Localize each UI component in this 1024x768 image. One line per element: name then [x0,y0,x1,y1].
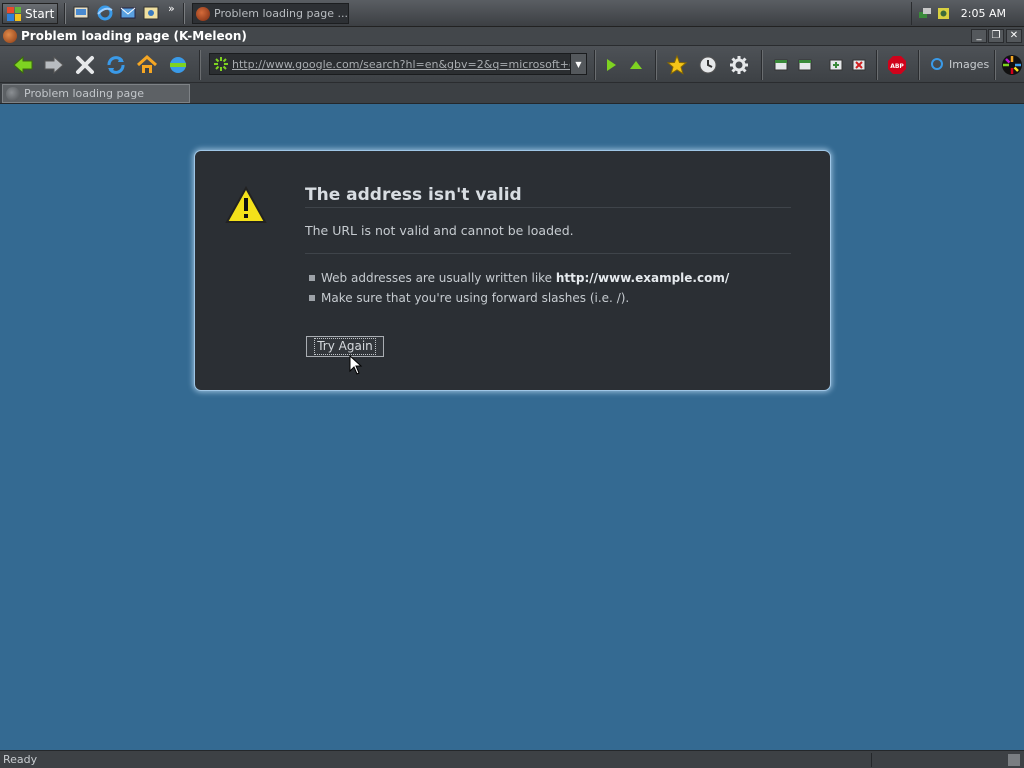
throbber-icon [1002,55,1022,75]
error-panel: The address isn't valid The URL is not v… [195,151,830,390]
clock-icon [699,56,717,74]
window-title: Problem loading page (K-Meleon) [21,29,247,43]
toolbar-separator [918,50,920,80]
status-divider [871,753,872,767]
list-item: Web addresses are usually written like h… [309,268,729,288]
tip-text: Make sure that you're using forward slas… [321,291,630,305]
forward-arrow-icon [44,55,64,75]
taskbar: Start » Problem loading page ... 2:05 AM [0,0,1024,27]
minimize-button[interactable]: _ [971,29,987,43]
page-content: The address isn't valid The URL is not v… [0,104,1024,750]
home-button[interactable] [135,53,159,77]
task-separator [183,3,185,24]
error-tips-list: Web addresses are usually written like h… [309,268,729,308]
close-button[interactable]: ✕ [1006,29,1022,43]
toolbar-separator [594,50,596,80]
status-bar: Ready [0,750,1024,768]
toolbar-separator [655,50,657,80]
images-label: Images [949,57,990,71]
home-icon [137,54,157,73]
start-button[interactable]: Start [2,3,58,24]
play-arrow-icon [607,59,616,71]
close-tab-icon [852,59,866,71]
warning-icon [225,186,267,223]
up-button[interactable] [624,53,648,77]
quicklaunch-more-chevron-icon[interactable]: » [168,2,175,15]
go-site-button[interactable] [166,53,190,77]
bookmarks-button[interactable] [665,53,689,77]
clock: 2:05 AM [960,7,1006,20]
k-meleon-icon [196,6,210,21]
internet-explorer-icon[interactable] [96,4,114,22]
window-icon [774,59,788,71]
stop-x-icon [76,56,94,74]
navigation-toolbar: http://www.google.com/search?hl=en&gbv=2… [0,46,1024,83]
history-button[interactable] [696,53,720,77]
reload-icon [107,56,125,74]
forward-button[interactable] [42,53,66,77]
close-tab-button[interactable] [847,53,871,77]
go-button[interactable] [599,53,623,77]
globe-icon [170,57,186,73]
svg-text:ABP: ABP [890,63,904,70]
media-icon[interactable] [142,4,160,22]
gear-icon [730,56,748,74]
star-icon [666,54,688,75]
tab-page-icon [6,86,20,101]
add-tab-icon [829,59,843,71]
reload-button[interactable] [104,53,128,77]
task-label: Problem loading page ... [214,7,348,20]
system-tray: 2:05 AM [911,2,1024,25]
new-tab-button[interactable] [824,53,848,77]
toolbar-separator [199,50,201,80]
k-meleon-icon [3,29,17,43]
tab-problem-loading-page[interactable]: Problem loading page [2,84,190,103]
loading-spinner-icon [214,57,228,71]
tip-text: Web addresses are usually written like h… [321,271,730,285]
images-refresh-icon [931,58,943,70]
toolbar-separator [761,50,763,80]
try-again-label: Try Again [314,338,376,355]
status-text: Ready [3,753,38,766]
stop-button[interactable] [73,53,97,77]
new-window-button[interactable] [769,53,793,77]
toolbar-separator [876,50,878,80]
show-desktop-icon[interactable] [72,4,90,22]
adblock-icon: ABP [888,56,906,74]
quicklaunch-separator [64,3,66,24]
taskbar-task-button[interactable]: Problem loading page ... [192,3,349,24]
up-arrow-icon [630,61,642,69]
windows-logo-icon [7,6,21,21]
restore-button[interactable]: ❐ [988,29,1004,43]
error-divider [305,207,791,208]
toolbar-separator [994,50,996,80]
start-label: Start [25,6,55,21]
back-arrow-icon [13,55,33,75]
tray-app-icon[interactable] [936,6,951,21]
error-divider [305,253,791,254]
list-item: Make sure that you're using forward slas… [309,288,729,308]
tab-label: Problem loading page [24,87,144,100]
error-message: The URL is not valid and cannot be loade… [305,223,574,238]
throbber [1000,53,1024,77]
bullet-icon [309,275,315,281]
images-toggle-button[interactable]: Images [930,54,989,74]
error-title: The address isn't valid [305,185,522,205]
network-icon[interactable] [918,6,933,21]
window-icon [798,59,812,71]
tab-bar: Problem loading page [0,83,1024,104]
url-text[interactable]: http://www.google.com/search?hl=en&gbv=2… [232,58,570,71]
url-bar[interactable]: http://www.google.com/search?hl=en&gbv=2… [209,53,587,75]
url-dropdown-button[interactable]: ▼ [570,54,586,74]
window-titlebar: Problem loading page (K-Meleon) _ ❐ ✕ [0,27,1024,46]
back-button[interactable] [11,53,35,77]
bullet-icon [309,295,315,301]
open-window-button[interactable] [793,53,817,77]
adblock-button[interactable]: ABP [885,53,909,77]
mouse-cursor-icon [349,355,363,375]
outlook-icon[interactable] [119,4,137,22]
preferences-button[interactable] [727,53,751,77]
resize-grip-icon[interactable] [1008,754,1020,766]
try-again-button[interactable]: Try Again [306,336,384,357]
